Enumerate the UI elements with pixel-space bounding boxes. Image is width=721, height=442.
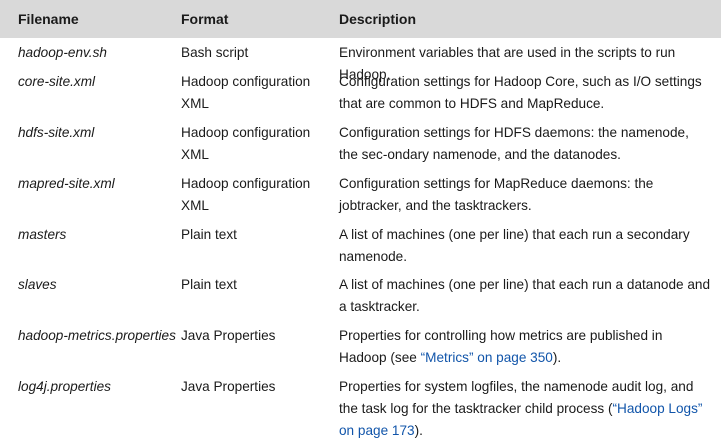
description-cell: Configuration settings for MapReduce dae…	[339, 176, 654, 213]
filename-cell: hdfs-site.xml	[18, 125, 95, 140]
format-cell: Hadoop configuration XML	[181, 74, 311, 111]
description-text: ).	[552, 350, 562, 365]
description-text: ).	[414, 423, 423, 438]
filename-cell: hadoop-env.sh	[18, 45, 107, 60]
format-cell: Hadoop configuration XML	[181, 176, 311, 213]
filename-cell: core-site.xml	[18, 74, 96, 89]
filename-cell: hadoop-metrics.properties	[18, 328, 176, 343]
filename-cell: masters	[18, 227, 67, 242]
format-cell: Java Properties	[181, 328, 276, 343]
description-cell: Configuration settings for HDFS daemons:…	[339, 125, 689, 162]
description-cell: Configuration settings for Hadoop Core, …	[339, 74, 702, 111]
config-files-table: Filename Format Description hadoop-env.s…	[0, 0, 721, 438]
description-cell: Properties for controlling how metrics a…	[339, 325, 711, 369]
header-filename: Filename	[18, 11, 79, 27]
format-cell: Bash script	[181, 45, 249, 60]
cross-reference-link[interactable]: “Metrics” on page 350	[421, 350, 553, 365]
description-cell: A list of machines (one per line) that e…	[339, 277, 711, 314]
header-format: Format	[181, 11, 229, 27]
filename-cell: mapred-site.xml	[18, 176, 115, 191]
table-header: Filename Format Description	[0, 0, 721, 38]
filename-cell: log4j.properties	[18, 379, 111, 394]
format-cell: Plain text	[181, 277, 237, 292]
filename-cell: slaves	[18, 277, 57, 292]
header-description: Description	[339, 11, 417, 27]
format-cell: Plain text	[181, 227, 237, 242]
format-cell: Hadoop configuration XML	[181, 125, 311, 162]
description-cell: Properties for system logfiles, the name…	[339, 376, 711, 442]
description-cell: A list of machines (one per line) that e…	[339, 227, 690, 264]
format-cell: Java Properties	[181, 379, 276, 394]
